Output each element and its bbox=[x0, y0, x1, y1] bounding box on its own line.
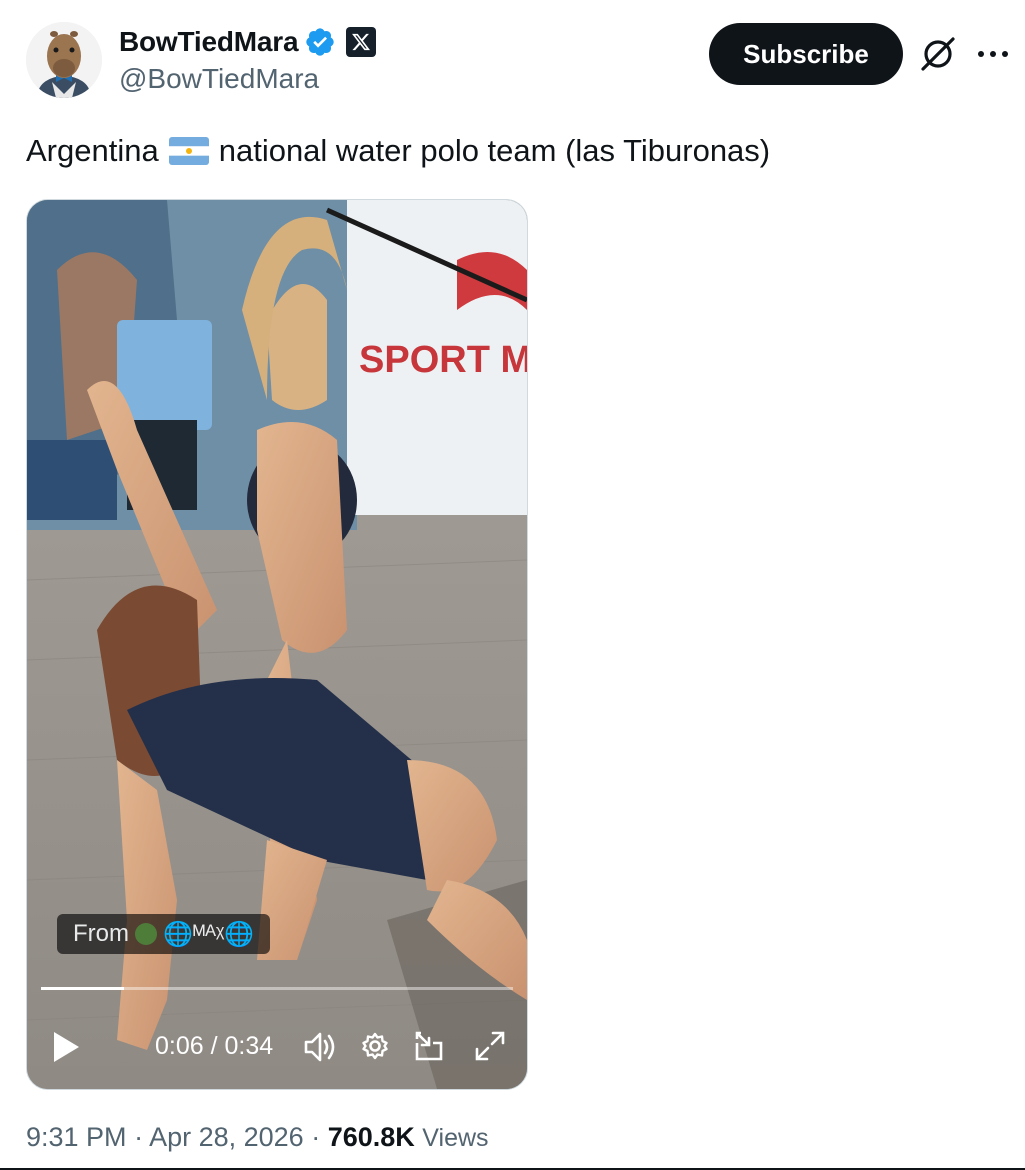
duration: 0:34 bbox=[224, 1032, 274, 1060]
meta-separator-2: · bbox=[303, 1122, 328, 1152]
verified-badge-icon bbox=[306, 28, 334, 56]
tweet-header: BowTiedMara @BowTiedMara Subscribe bbox=[0, 0, 1025, 110]
display-name[interactable]: BowTiedMara bbox=[119, 26, 299, 58]
tweet-text-after: national water polo team (las Tiburonas) bbox=[218, 133, 771, 168]
attribution-avatar-icon bbox=[135, 923, 157, 945]
progress-bar[interactable] bbox=[41, 987, 513, 990]
attribution-prefix: From bbox=[73, 920, 129, 947]
tweet-text-before: Argentina bbox=[26, 133, 159, 168]
attribution-name: 🌐ᴹᴬᵡ🌐 bbox=[163, 920, 255, 948]
fullscreen-icon[interactable] bbox=[473, 1029, 507, 1063]
play-icon[interactable] bbox=[51, 1030, 81, 1064]
video-controls: 0:06 / 0:34 bbox=[27, 1020, 527, 1076]
pip-icon[interactable] bbox=[413, 1029, 445, 1063]
affiliation-badge[interactable] bbox=[346, 27, 377, 57]
tweet-meta: 9:31 PM · Apr 28, 2026 · 760.8K Views bbox=[26, 1122, 489, 1153]
x-logo-icon bbox=[352, 33, 371, 51]
views-label: Views bbox=[422, 1124, 489, 1152]
subscribe-button[interactable]: Subscribe bbox=[709, 23, 903, 85]
grok-icon[interactable] bbox=[918, 34, 958, 74]
video-frame: SPORT M bbox=[27, 200, 527, 1089]
author-handle[interactable]: @BowTiedMara bbox=[119, 63, 319, 95]
tweet-text: Argentina national water polo team (las … bbox=[26, 133, 770, 169]
meta-separator: · bbox=[126, 1122, 150, 1152]
wall-sign-text: SPORT M bbox=[359, 339, 527, 381]
argentina-flag-icon bbox=[168, 137, 209, 165]
post-time[interactable]: 9:31 PM bbox=[26, 1122, 127, 1152]
current-time: 0:06 bbox=[155, 1032, 204, 1060]
author-name-row: BowTiedMara bbox=[119, 24, 377, 60]
progress-fill bbox=[41, 987, 125, 990]
time-separator: / bbox=[203, 1032, 225, 1060]
video-player[interactable]: SPORT M From 🌐ᴹᴬᵡ🌐 0:06 / 0:34 bbox=[26, 199, 528, 1090]
views-count[interactable]: 760.8K bbox=[328, 1122, 415, 1152]
capybara-avatar-icon bbox=[26, 22, 102, 98]
volume-icon[interactable] bbox=[303, 1030, 339, 1064]
more-icon[interactable] bbox=[973, 36, 1013, 72]
avatar[interactable] bbox=[26, 22, 102, 98]
time-display: 0:06 / 0:34 bbox=[155, 1032, 273, 1061]
attribution-badge[interactable]: From 🌐ᴹᴬᵡ🌐 bbox=[57, 914, 271, 954]
settings-icon[interactable] bbox=[360, 1031, 390, 1061]
post-date[interactable]: Apr 28, 2026 bbox=[149, 1122, 304, 1152]
